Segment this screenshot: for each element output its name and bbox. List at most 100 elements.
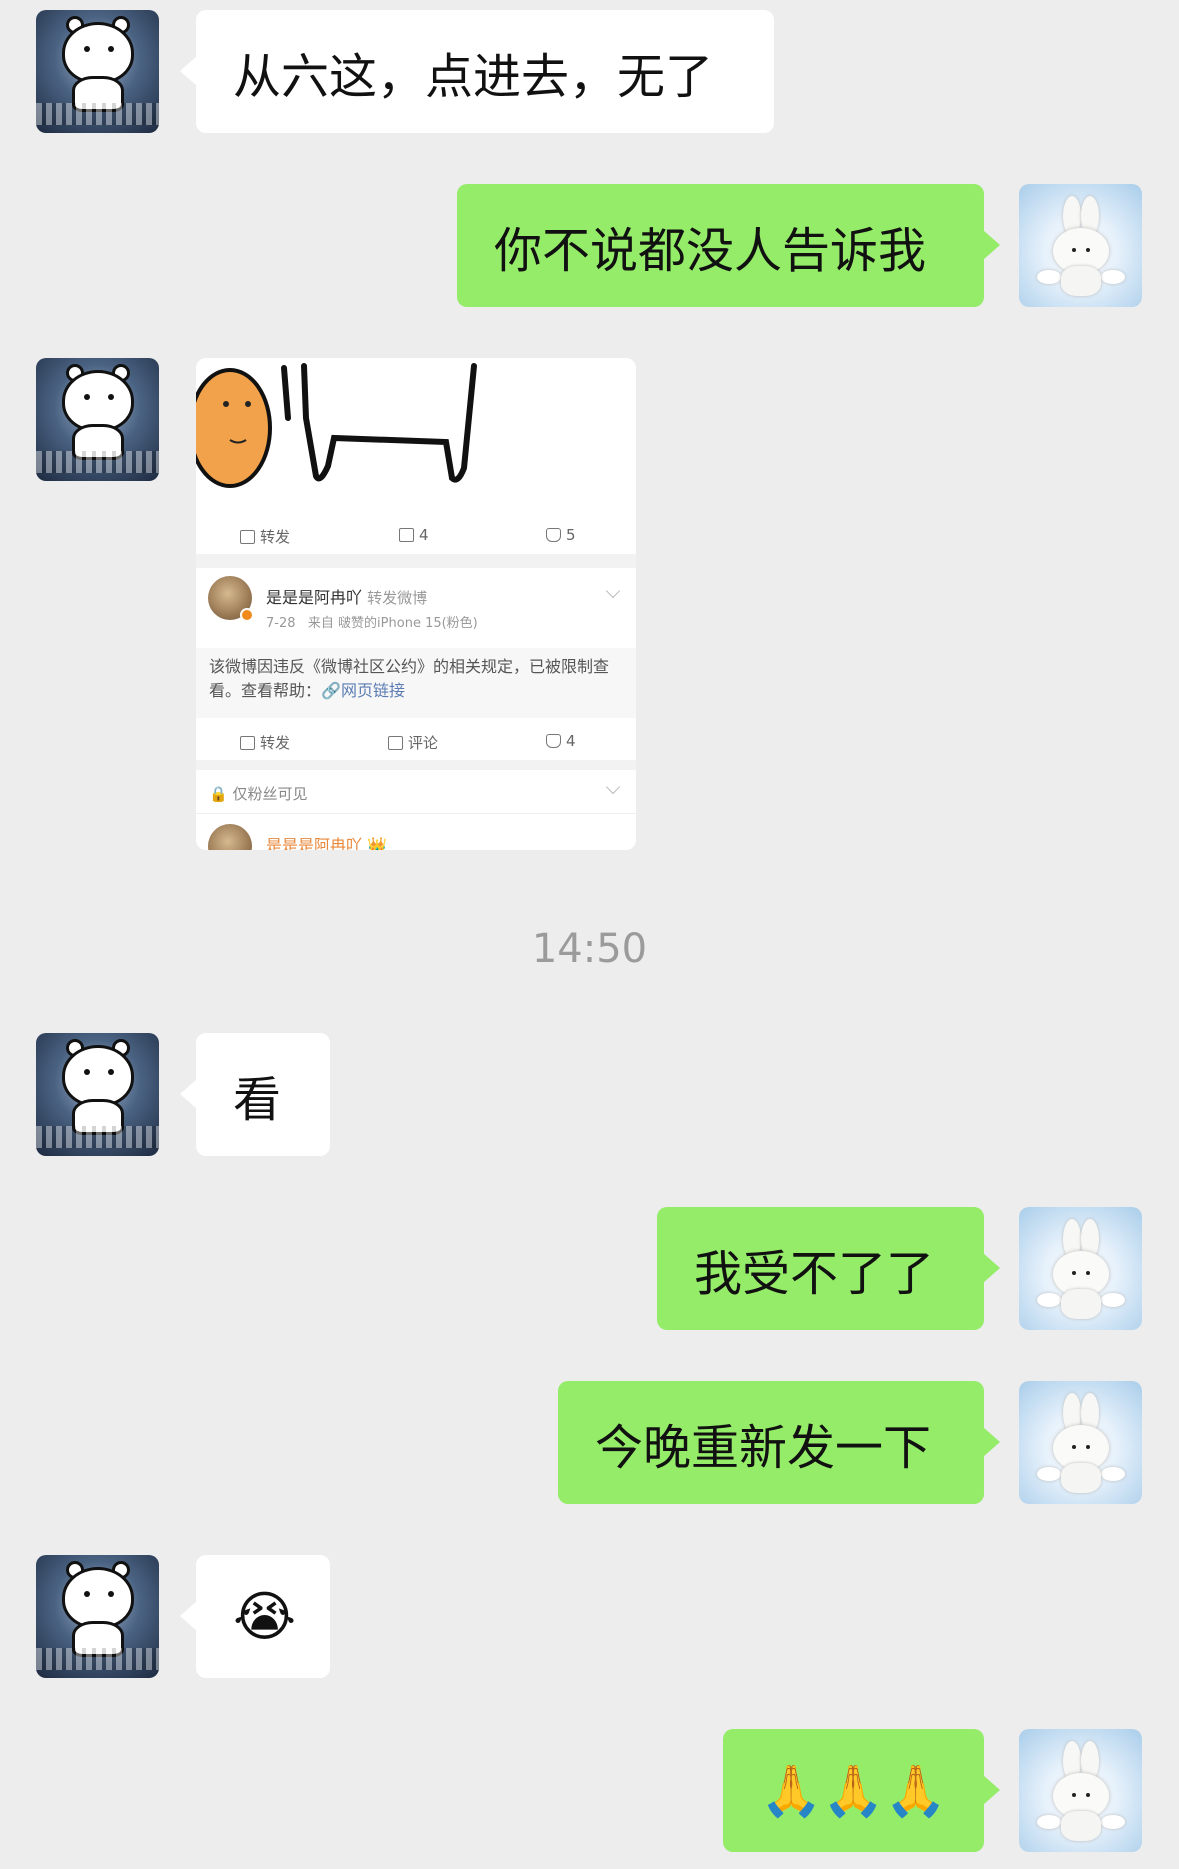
avatar-caption: [36, 1126, 159, 1148]
message-bubble-sent[interactable]: 🙏🙏🙏: [723, 1729, 1000, 1852]
avatar-wing: [1037, 1467, 1061, 1481]
post-source: 来自 啵赞的iPhone 15(粉色): [307, 616, 478, 631]
contact-avatar[interactable]: [36, 1555, 159, 1678]
contact-avatar[interactable]: [36, 1033, 159, 1156]
contact-avatar[interactable]: [36, 10, 159, 133]
avatar-eye: [108, 394, 114, 400]
avatar-body: [1061, 1289, 1101, 1319]
post-date: 7-28: [266, 616, 296, 631]
notice-body: 该微博因违反《微博社区公约》的相关规定，已被限制查看。查看帮助：: [209, 657, 610, 700]
restricted-notice: 该微博因违反《微博社区公约》的相关规定，已被限制查看。查看帮助：🔗网页链接: [196, 648, 636, 718]
avatar-eye: [84, 1069, 90, 1075]
repost-button[interactable]: 转发: [240, 732, 290, 753]
like-button[interactable]: 4: [546, 732, 576, 750]
message-bubble-received[interactable]: 从六这，点进去，无了: [180, 10, 774, 133]
avatar-head: [62, 22, 134, 84]
link-icon: 🔗: [321, 681, 341, 700]
thumbs-up-icon: [546, 528, 561, 542]
avatar-head: [62, 1045, 134, 1107]
meme-eye: [245, 401, 251, 407]
divider: [196, 760, 636, 770]
user-avatar[interactable]: [208, 824, 252, 850]
avatar-eye: [108, 1591, 114, 1597]
avatar-eye: [1086, 1271, 1090, 1275]
thumbs-up-icon: [546, 734, 561, 748]
meme-face: [196, 368, 272, 488]
message-bubble-sent[interactable]: 你不说都没人告诉我: [457, 184, 1000, 307]
message-bubble-received[interactable]: 😭: [180, 1555, 330, 1678]
avatar-wing: [1101, 1815, 1125, 1829]
avatar-eye: [1086, 1445, 1090, 1449]
message-text: 看: [233, 1071, 282, 1128]
avatar-eye: [1072, 1445, 1076, 1449]
avatar-wing: [1101, 270, 1125, 284]
post-meta: 7-28 来自 啵赞的iPhone 15(粉色): [266, 612, 478, 631]
avatar-caption: [36, 103, 159, 125]
divider: [196, 554, 636, 568]
avatar-body: [1061, 1811, 1101, 1841]
comment-icon: [399, 528, 414, 542]
help-link[interactable]: 网页链接: [341, 681, 405, 700]
contact-avatar[interactable]: [36, 358, 159, 481]
avatar-caption: [36, 1648, 159, 1670]
avatar-wing: [1037, 270, 1061, 284]
repost-label: 转发: [260, 528, 291, 546]
avatar-caption: [36, 451, 159, 473]
comment-count: 4: [419, 526, 429, 544]
message-bubble-sent[interactable]: 我受不了了: [657, 1207, 1000, 1330]
praying-hands-emoji: 🙏🙏🙏: [760, 1761, 947, 1820]
comment-icon: [388, 735, 403, 750]
my-avatar[interactable]: [1019, 1729, 1142, 1852]
edit-icon: [240, 735, 255, 750]
post-author[interactable]: 是是是阿冉吖 转发微博: [266, 584, 427, 608]
avatar-eye: [108, 1069, 114, 1075]
chat-timestamp: 14:50: [531, 926, 648, 972]
avatar-body: [1061, 1463, 1101, 1493]
chevron-down-icon[interactable]: [605, 583, 621, 599]
repost-tag: 转发微博: [367, 589, 428, 607]
crown-badge-icon: 👑: [367, 836, 388, 850]
shared-screenshot-image[interactable]: 转发 4 5 是是是阿冉吖 转发微博 7-28 来自 啵赞的iPhone 15(…: [196, 358, 636, 850]
message-text: 我受不了了: [694, 1245, 935, 1302]
comment-button[interactable]: 4: [399, 526, 429, 544]
divider: [196, 813, 636, 814]
meme-drawing: [196, 363, 477, 488]
avatar-head: [62, 1567, 134, 1629]
avatar-body: [1061, 266, 1101, 296]
repost-button[interactable]: 转发: [240, 526, 290, 547]
like-count: 5: [566, 526, 576, 544]
my-avatar[interactable]: [1019, 1381, 1142, 1504]
avatar-eye: [1072, 1793, 1076, 1797]
my-avatar[interactable]: [1019, 184, 1142, 307]
message-text: 今晚重新发一下: [595, 1419, 932, 1476]
my-avatar[interactable]: [1019, 1207, 1142, 1330]
comment-label: 评论: [408, 734, 439, 752]
author-name: 是是是阿冉吖: [266, 836, 363, 850]
crying-face-emoji: 😭: [233, 1584, 297, 1648]
message-bubble-sent[interactable]: 今晚重新发一下: [558, 1381, 1000, 1504]
avatar-eye: [1086, 1793, 1090, 1797]
comment-button[interactable]: 评论: [388, 732, 438, 753]
avatar-eye: [1072, 1271, 1076, 1275]
lock-icon: 🔒: [209, 785, 228, 803]
avatar-eye: [84, 1591, 90, 1597]
notice-text: 该微博因违反《微博社区公约》的相关规定，已被限制查看。查看帮助：🔗网页链接: [209, 655, 629, 703]
avatar-eye: [108, 46, 114, 52]
message-bubble-received[interactable]: 看: [180, 1033, 330, 1156]
repost-label: 转发: [260, 734, 291, 752]
avatar-wing: [1037, 1293, 1061, 1307]
message-text: 从六这，点进去，无了: [233, 48, 714, 105]
avatar-eye: [84, 46, 90, 52]
visibility-text: 仅粉丝可见: [232, 785, 308, 803]
chevron-down-icon[interactable]: [605, 779, 621, 795]
avatar-eye: [1086, 248, 1090, 252]
meme-scribble: [281, 363, 477, 483]
like-count: 4: [566, 732, 576, 750]
author-name: 是是是阿冉吖: [266, 588, 363, 607]
visibility-label: 🔒 仅粉丝可见: [209, 783, 307, 804]
like-button[interactable]: 5: [546, 526, 576, 544]
avatar-eye: [84, 394, 90, 400]
avatar-head: [62, 370, 134, 432]
post-author[interactable]: 是是是阿冉吖 👑: [266, 832, 387, 850]
avatar-wing: [1101, 1467, 1125, 1481]
